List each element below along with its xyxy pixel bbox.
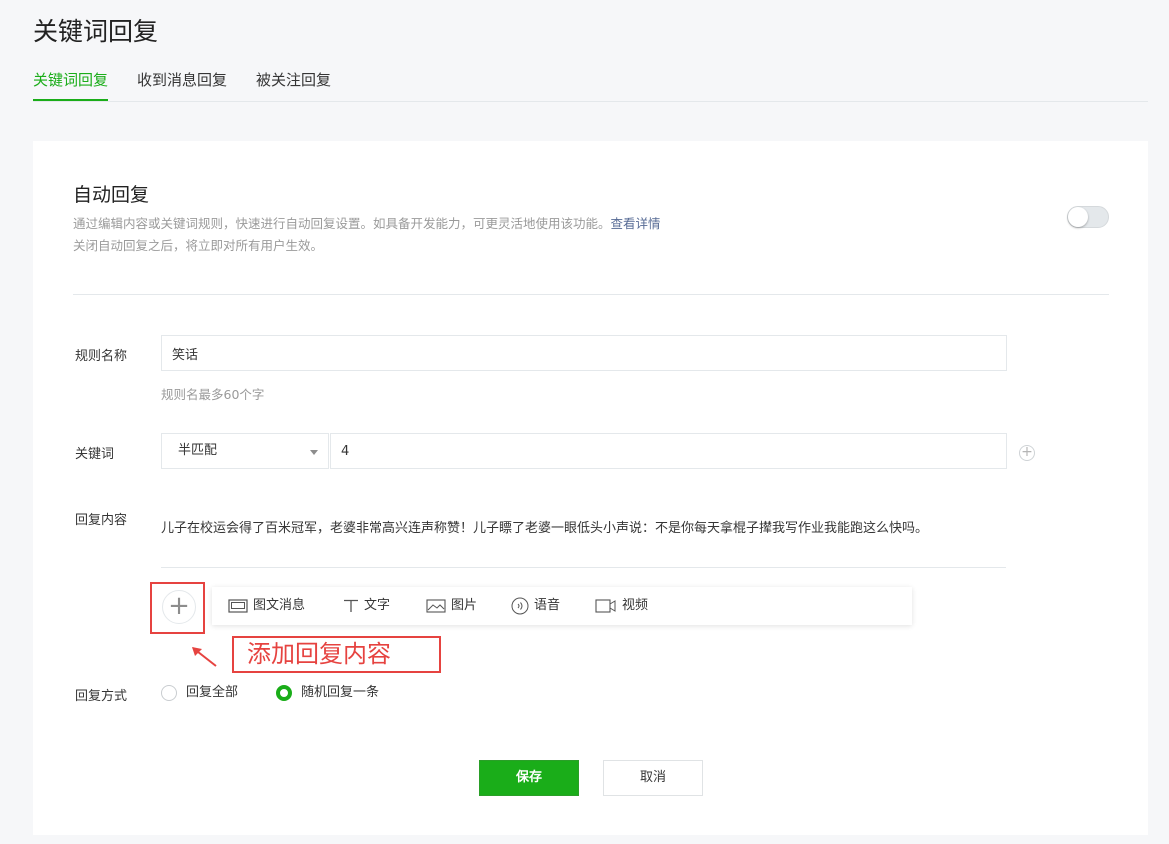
annotation-label: 添加回复内容 bbox=[232, 636, 441, 673]
rule-name-hint: 规则名最多60个字 bbox=[161, 387, 265, 402]
toolbar-voice-label: 语音 bbox=[534, 598, 561, 613]
tab-keyword-reply[interactable]: 关键词回复 bbox=[33, 70, 109, 101]
toolbar-text-label: 文字 bbox=[364, 598, 391, 613]
rule-name-label: 规则名称 bbox=[75, 349, 128, 364]
tab-follow-reply[interactable]: 被关注回复 bbox=[256, 70, 331, 101]
tab-message-reply[interactable]: 收到消息回复 bbox=[137, 70, 227, 101]
tab-bar: 关键词回复 收到消息回复 被关注回复 bbox=[33, 66, 1148, 102]
reply-content-text: 儿子在校运会得了百米冠军，老婆非常高兴连声称赞！儿子瞟了老婆一眼低头小声说：不是… bbox=[161, 521, 929, 536]
reply-mode-label: 回复方式 bbox=[75, 689, 128, 704]
auto-reply-toggle[interactable] bbox=[1067, 206, 1109, 228]
text-icon bbox=[344, 599, 358, 612]
cancel-button[interactable]: 取消 bbox=[603, 760, 703, 796]
toolbar-news[interactable]: 图文消息 bbox=[228, 587, 305, 625]
radio-checked-icon bbox=[276, 684, 292, 701]
radio-unchecked-icon bbox=[161, 684, 177, 701]
toolbar-news-label: 图文消息 bbox=[253, 598, 306, 613]
voice-icon bbox=[511, 597, 529, 614]
toolbar-video-label: 视频 bbox=[622, 598, 649, 613]
annotation-arrow-icon bbox=[192, 647, 217, 667]
reply-type-toolbar: 图文消息 文字 图片 语音 视频 bbox=[212, 587, 912, 625]
toolbar-text[interactable]: 文字 bbox=[343, 587, 390, 625]
radio-random-one[interactable]: 随机回复一条 bbox=[276, 684, 379, 704]
toggle-knob bbox=[1068, 207, 1088, 227]
video-icon bbox=[595, 598, 616, 613]
reply-content-label: 回复内容 bbox=[75, 513, 128, 528]
rule-name-input[interactable] bbox=[161, 335, 1007, 371]
toolbar-image[interactable]: 图片 bbox=[426, 587, 477, 625]
save-button[interactable]: 保存 bbox=[479, 760, 579, 796]
reply-content-divider bbox=[161, 567, 1006, 568]
news-icon bbox=[228, 598, 248, 613]
image-icon bbox=[426, 598, 446, 613]
match-mode-select[interactable]: 半匹配 bbox=[161, 433, 329, 469]
keyword-input[interactable] bbox=[330, 433, 1007, 469]
page-title: 关键词回复 bbox=[33, 17, 159, 46]
toolbar-video[interactable]: 视频 bbox=[595, 587, 648, 625]
radio-reply-all[interactable]: 回复全部 bbox=[161, 684, 238, 704]
section-note: 关闭自动回复之后，将立即对所有用户生效。 bbox=[73, 238, 324, 253]
toolbar-image-label: 图片 bbox=[451, 598, 478, 613]
radio-random-one-label: 随机回复一条 bbox=[301, 685, 380, 700]
match-mode-value: 半匹配 bbox=[178, 443, 218, 458]
keyword-label: 关键词 bbox=[75, 447, 115, 462]
detail-link[interactable]: 查看详情 bbox=[611, 216, 661, 231]
chevron-down-icon bbox=[310, 450, 318, 455]
section-divider bbox=[73, 294, 1109, 295]
main-card: 自动回复 通过编辑内容或关键词规则，快速进行自动回复设置。如具备开发能力，可更灵… bbox=[33, 141, 1148, 835]
highlight-box bbox=[150, 582, 205, 634]
add-keyword-icon[interactable]: + bbox=[1019, 445, 1035, 461]
description-text: 通过编辑内容或关键词规则，快速进行自动回复设置。如具备开发能力，可更灵活地使用该… bbox=[73, 216, 611, 231]
radio-reply-all-label: 回复全部 bbox=[186, 685, 239, 700]
section-description: 通过编辑内容或关键词规则，快速进行自动回复设置。如具备开发能力，可更灵活地使用该… bbox=[73, 213, 661, 232]
section-title: 自动回复 bbox=[73, 184, 150, 206]
toolbar-voice[interactable]: 语音 bbox=[511, 587, 560, 625]
